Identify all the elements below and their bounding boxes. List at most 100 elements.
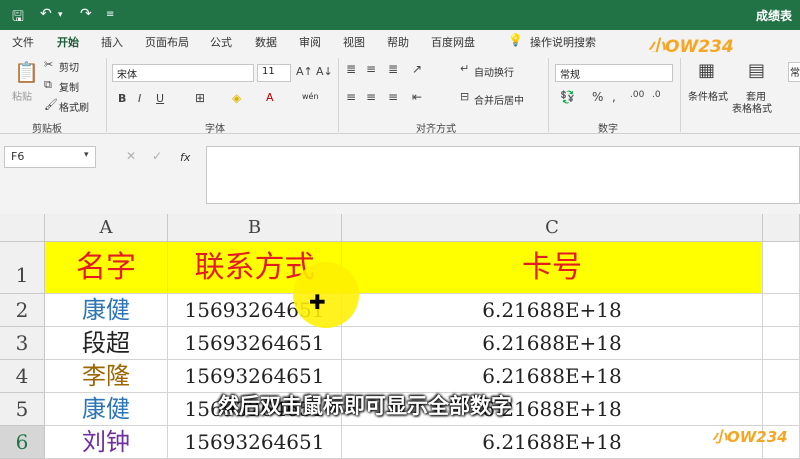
underline-icon[interactable]: U xyxy=(156,92,164,105)
ribbon-tabs: 文件 开始 插入 页面布局 公式 数据 审阅 视图 帮助 百度网盘 💡 操作说明… xyxy=(0,30,800,57)
tab-formulas[interactable]: 公式 xyxy=(210,34,232,50)
name-box[interactable]: F6 xyxy=(4,146,96,168)
tab-baidu-netdisk[interactable]: 百度网盘 xyxy=(431,34,475,50)
indent-icon[interactable]: ⇤ xyxy=(412,90,422,104)
tab-data[interactable]: 数据 xyxy=(255,34,277,50)
format-painter-icon[interactable]: 🖌 xyxy=(44,98,58,111)
increase-font-icon[interactable]: A↑ xyxy=(296,65,313,78)
column-header-d[interactable] xyxy=(763,214,800,242)
save-icon[interactable]: 🖫 xyxy=(12,6,24,30)
tab-view[interactable]: 视图 xyxy=(343,34,365,50)
alignment-group-label: 对齐方式 xyxy=(416,124,456,135)
number-group-label: 数字 xyxy=(598,124,618,135)
cell-a4[interactable]: 李隆 xyxy=(45,360,168,393)
cell-c4[interactable]: 6.21688E+18 xyxy=(342,360,763,393)
table-format-icon[interactable]: ▤ xyxy=(748,60,765,81)
cell-a3[interactable]: 段超 xyxy=(45,327,168,360)
tell-me-search[interactable]: 操作说明搜索 xyxy=(530,34,596,50)
paste-icon[interactable]: 📋 xyxy=(14,60,39,84)
cell-a1[interactable]: 名字 xyxy=(45,242,168,294)
align-center-icon[interactable]: ≡ xyxy=(366,90,376,104)
cell-c6[interactable]: 6.21688E+18 xyxy=(342,426,763,459)
redo-icon[interactable]: ↷ xyxy=(80,6,92,22)
column-header-a[interactable]: A xyxy=(45,214,168,242)
insert-function-icon[interactable]: fx xyxy=(180,151,190,164)
tab-home[interactable]: 开始 xyxy=(57,34,79,54)
formula-input[interactable] xyxy=(206,146,800,204)
font-size-select[interactable]: 11 xyxy=(257,64,291,82)
row-header-2[interactable]: 2 xyxy=(0,294,45,327)
tab-review[interactable]: 审阅 xyxy=(299,34,321,50)
cut-button[interactable]: 剪切 xyxy=(59,59,79,74)
tab-insert[interactable]: 插入 xyxy=(101,34,123,50)
cell-style-gallery[interactable]: 常 xyxy=(788,62,800,82)
cell-d1[interactable] xyxy=(763,242,800,294)
cell-c1[interactable]: 卡号 xyxy=(342,242,763,294)
font-name-select[interactable]: 宋体 xyxy=(112,64,254,82)
cell-d3[interactable] xyxy=(763,327,800,360)
cell-a2[interactable]: 康健 xyxy=(45,294,168,327)
undo-icon[interactable]: ↶ xyxy=(40,6,52,22)
table-format-button-line2[interactable]: 表格格式 xyxy=(732,100,772,115)
undo-dropdown-icon[interactable]: ▾ xyxy=(58,10,63,20)
column-header-c[interactable]: C xyxy=(342,214,763,242)
increase-decimal-icon[interactable]: .00 xyxy=(630,90,644,100)
conditional-format-icon[interactable]: ▦ xyxy=(698,60,715,81)
row-header-1[interactable]: 1 xyxy=(0,242,45,294)
copy-button[interactable]: 复制 xyxy=(59,79,79,94)
align-left-icon[interactable]: ≡ xyxy=(346,90,356,104)
cell-d5[interactable] xyxy=(763,393,800,426)
copy-icon[interactable]: ⧉ xyxy=(44,78,52,92)
cut-icon[interactable]: ✂ xyxy=(44,58,53,71)
cell-b6[interactable]: 15693264651 xyxy=(168,426,342,459)
cursor-highlight xyxy=(293,262,359,328)
border-icon[interactable]: ⊞ xyxy=(195,91,205,105)
tab-page-layout[interactable]: 页面布局 xyxy=(145,34,189,50)
cancel-icon[interactable]: ✕ xyxy=(126,149,136,163)
enter-icon[interactable]: ✓ xyxy=(152,149,162,163)
paste-button[interactable]: 粘贴 xyxy=(12,88,32,103)
align-right-icon[interactable]: ≡ xyxy=(388,90,398,104)
align-bottom-icon[interactable]: ≣ xyxy=(388,62,398,76)
row-header-3[interactable]: 3 xyxy=(0,327,45,360)
align-middle-icon[interactable]: ≡ xyxy=(366,62,376,76)
tab-file[interactable]: 文件 xyxy=(12,34,34,50)
italic-icon[interactable]: I xyxy=(138,92,141,105)
wrap-text-icon[interactable]: ↵ xyxy=(460,62,469,75)
column-header-b[interactable]: B xyxy=(168,214,342,242)
decrease-decimal-icon[interactable]: .0 xyxy=(652,90,661,100)
bold-icon[interactable]: B xyxy=(118,92,126,105)
document-title: 成绩表 xyxy=(755,9,792,23)
cell-a5[interactable]: 康健 xyxy=(45,393,168,426)
phonetic-icon[interactable]: wén xyxy=(302,92,319,101)
select-all-corner[interactable] xyxy=(0,214,45,242)
cell-c3[interactable]: 6.21688E+18 xyxy=(342,327,763,360)
conditional-format-button[interactable]: 条件格式 xyxy=(688,88,728,103)
cell-b3[interactable]: 15693264651 xyxy=(168,327,342,360)
currency-icon[interactable]: 💱 xyxy=(560,90,575,104)
percent-icon[interactable]: % xyxy=(592,90,603,104)
merge-center-button[interactable]: 合并后居中 xyxy=(474,92,524,107)
cell-c2[interactable]: 6.21688E+18 xyxy=(342,294,763,327)
decrease-font-icon[interactable]: A↓ xyxy=(316,65,333,78)
comma-style-icon[interactable]: , xyxy=(612,90,616,104)
wrap-text-button[interactable]: 自动换行 xyxy=(474,64,514,79)
merge-center-icon[interactable]: ⊟ xyxy=(460,90,469,103)
cell-b4[interactable]: 15693264651 xyxy=(168,360,342,393)
row-header-5[interactable]: 5 xyxy=(0,393,45,426)
cell-d2[interactable] xyxy=(763,294,800,327)
orientation-icon[interactable]: ↗ xyxy=(412,62,422,76)
number-format-select[interactable]: 常规 xyxy=(555,64,673,82)
row-header-4[interactable]: 4 xyxy=(0,360,45,393)
row-header-6[interactable]: 6 xyxy=(0,426,45,459)
format-painter-button[interactable]: 格式刷 xyxy=(59,99,89,114)
align-top-icon[interactable]: ≣ xyxy=(346,62,356,76)
customize-qat-icon[interactable]: ≡ xyxy=(106,9,114,20)
fill-color-icon[interactable]: ◈ xyxy=(232,91,241,105)
tab-help[interactable]: 帮助 xyxy=(387,34,409,50)
cell-d4[interactable] xyxy=(763,360,800,393)
name-box-dropdown-icon[interactable]: ▾ xyxy=(84,150,89,160)
subtitle-caption: 然后双击鼠标即可显示全部数字 xyxy=(218,394,512,418)
font-color-icon[interactable]: A xyxy=(266,91,274,104)
cell-a6[interactable]: 刘钟 xyxy=(45,426,168,459)
